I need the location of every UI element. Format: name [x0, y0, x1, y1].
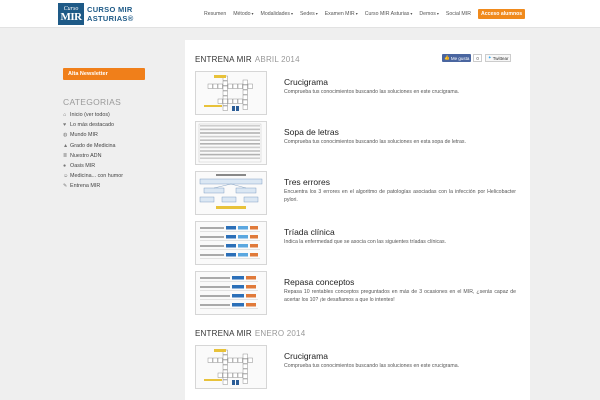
- nav-item-label: Examen MIR: [324, 11, 355, 17]
- entry-description: Indica la enfermedad que se asocia con l…: [284, 239, 447, 245]
- nav-item-label: Resumen: [204, 11, 227, 17]
- category-label: Medicina... con humor: [70, 173, 124, 180]
- section-date: ABRIL 2014: [254, 54, 300, 64]
- category-label: Oasis MIR: [70, 163, 96, 170]
- nav-item-sedes[interactable]: Sedes▾: [300, 11, 318, 17]
- entry-title-link[interactable]: Crucigrama: [284, 351, 328, 361]
- caret-down-icon: ▾: [436, 11, 439, 16]
- caret-down-icon: ▾: [251, 11, 254, 16]
- nav-item-label: Sedes: [299, 11, 315, 17]
- category-item[interactable]: ☺ Medicina... con humor: [63, 171, 123, 181]
- thumbs-up-icon: 👍: [444, 55, 450, 60]
- entry-thumbnail-errors[interactable]: [195, 171, 267, 215]
- category-label: Nuestro ADN: [70, 152, 102, 159]
- section-heading: ENTRENA MIR ENERO 2014: [195, 327, 305, 339]
- entry-description: Encuentra los 3 errores en el algoritmo …: [284, 189, 516, 203]
- site-logo[interactable]: Curso MIR CURSO MIR ASTURIAS®: [58, 3, 134, 25]
- home-icon: ⌂: [63, 112, 67, 119]
- entry-title-link[interactable]: Sopa de letras: [284, 127, 339, 137]
- category-label: Inicio (ver todos): [70, 112, 110, 119]
- twitter-share-label: Twittear: [492, 55, 509, 61]
- nav-item-label: Método: [233, 11, 251, 17]
- category-list: ⌂ Inicio (ver todos) ♥ Lo más destacado ◍ Mun…: [63, 110, 123, 192]
- pencil-icon: ✎: [63, 183, 68, 190]
- entry-title-link[interactable]: Tres errores: [284, 177, 330, 187]
- entry-title-link[interactable]: Repasa conceptos: [284, 277, 354, 287]
- heart-icon: ♥: [63, 122, 67, 129]
- category-item[interactable]: ⌂ Inicio (ver todos): [63, 110, 123, 120]
- entry-item: Repasa conceptos Repasa 10 rentables conc…: [195, 271, 520, 316]
- graduation-icon: ▲: [63, 142, 69, 149]
- entry-item: Sopa de letras Comprueba tus conocimiento…: [195, 121, 520, 166]
- entry-title-link[interactable]: Tríada clínica: [284, 227, 335, 237]
- nav-item-curso-mir-asturias[interactable]: Curso MIR Asturias▾: [365, 11, 413, 17]
- nav-item-resumen[interactable]: Resumen: [204, 11, 226, 17]
- nav-item-modalidades[interactable]: Modalidades▾: [261, 11, 293, 17]
- entry-item: Tríada clínica Indica la enfermedad que s…: [195, 221, 520, 266]
- globe-icon: ◍: [63, 132, 68, 139]
- twitter-icon: ✦: [487, 55, 492, 60]
- entry-item: Tres errores Encuentra los 3 errores en e…: [195, 171, 520, 216]
- category-item[interactable]: ✎ Entrena MIR: [63, 181, 123, 191]
- nav-item-examen-mir[interactable]: Examen MIR▾: [325, 11, 358, 17]
- logo-line2: MIR: [60, 10, 82, 23]
- category-label: Entrena MIR: [70, 183, 101, 190]
- smile-icon: ☺: [63, 173, 69, 180]
- entry-item: Crucigrama Comprueba tus conocimientos bu…: [195, 345, 520, 390]
- main-nav: Resumen Método▾ Modalidades▾ Sedes▾ Examen M…: [204, 0, 526, 28]
- entry-thumbnail-crossword[interactable]: [195, 345, 267, 389]
- nav-item-social-mir[interactable]: Social MIR: [446, 11, 471, 17]
- nav-item-demos[interactable]: Demos▾: [419, 11, 438, 17]
- entry-thumbnail-triads[interactable]: [195, 221, 267, 265]
- categories-title: CATEGORIAS: [63, 97, 122, 107]
- caret-down-icon: ▾: [410, 11, 413, 16]
- entry-thumbnail-crossword[interactable]: [195, 71, 267, 115]
- nav-item-label: Social MIR: [445, 11, 471, 17]
- nav-item-label: Demos: [419, 11, 436, 17]
- caret-down-icon: ▾: [315, 11, 318, 16]
- entry-description: Comprueba tus conocimientos buscando las…: [284, 363, 460, 369]
- category-item[interactable]: ▲ Grado de Medicina: [63, 141, 123, 151]
- entry-description: Repasa 10 rentables conceptos preguntado…: [284, 289, 516, 303]
- like-count: 0: [473, 54, 482, 62]
- category-item[interactable]: ● Oasis MIR: [63, 161, 123, 171]
- entry-description: Comprueba tus conocimientos buscando las…: [284, 139, 466, 145]
- category-item[interactable]: ◍ Mundo MIR: [63, 130, 123, 140]
- category-item[interactable]: ♥ Lo más destacado: [63, 120, 123, 130]
- logo-mark: Curso MIR: [58, 3, 84, 25]
- chat-icon: ●: [63, 163, 67, 170]
- category-label: Grado de Medicina: [70, 142, 116, 149]
- section-title: ENTRENA MIR: [195, 328, 252, 338]
- section-title: ENTRENA MIR: [195, 54, 252, 64]
- logo-text-line2: ASTURIAS®: [87, 14, 134, 23]
- main-content: 👍 Me gusta 0 ✦ Twittear ENTRENA MIR ABRIL …: [185, 40, 530, 400]
- logo-text-line1: CURSO MIR: [87, 5, 133, 14]
- caret-down-icon: ▾: [290, 11, 293, 16]
- nav-item-label: Modalidades: [260, 11, 290, 17]
- top-header: Curso MIR CURSO MIR ASTURIAS® Resumen Mét…: [0, 0, 600, 28]
- facebook-like-button[interactable]: 👍 Me gusta: [442, 54, 472, 62]
- logo-wordmark: CURSO MIR ASTURIAS®: [87, 5, 134, 23]
- entry-title-link[interactable]: Crucigrama: [284, 77, 328, 87]
- entry-thumbnail-wordsearch[interactable]: [195, 121, 267, 165]
- nav-item-label: Curso MIR Asturias: [364, 11, 410, 17]
- entry-item: Crucigrama Comprueba tus conocimientos bu…: [195, 71, 520, 116]
- student-access-button[interactable]: Acceso alumnos: [477, 9, 526, 19]
- social-buttons: 👍 Me gusta 0 ✦ Twittear: [442, 54, 512, 62]
- category-item[interactable]: ≣ Nuestro ADN: [63, 151, 123, 161]
- caret-down-icon: ▾: [355, 11, 358, 16]
- entry-thumbnail-review[interactable]: [195, 271, 267, 315]
- dna-icon: ≣: [63, 152, 68, 159]
- nav-item-m-todo[interactable]: Método▾: [233, 11, 253, 17]
- category-label: Mundo MIR: [70, 132, 98, 139]
- twitter-share-button[interactable]: ✦ Twittear: [484, 54, 512, 62]
- newsletter-button[interactable]: Alta Newsletter: [63, 68, 145, 80]
- facebook-like-label: Me gusta: [450, 55, 470, 61]
- section-heading: ENTRENA MIR ABRIL 2014: [195, 53, 300, 65]
- category-label: Lo más destacado: [70, 122, 115, 129]
- section-date: ENERO 2014: [254, 328, 306, 338]
- entry-description: Comprueba tus conocimientos buscando las…: [284, 89, 460, 95]
